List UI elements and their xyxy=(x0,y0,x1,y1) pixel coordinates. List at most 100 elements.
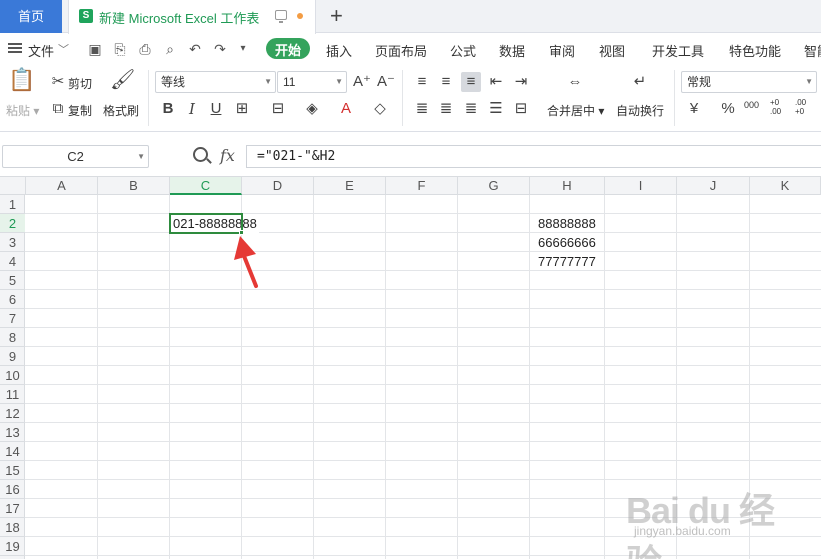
fill-style-icon[interactable]: ⊟ xyxy=(268,99,288,119)
column-header-bar: A B C D E F G H I J K xyxy=(0,176,821,195)
row-header[interactable]: 6 xyxy=(0,290,25,309)
merge-center-button[interactable]: 合并居中 ▾ xyxy=(547,102,604,119)
justify-icon[interactable]: ☰ xyxy=(486,99,506,119)
column-header-e[interactable]: E xyxy=(314,177,386,195)
align-top-icon[interactable]: ≡ xyxy=(412,72,432,92)
tab-formulas[interactable]: 公式 xyxy=(450,41,476,60)
align-center-icon[interactable]: ≣ xyxy=(436,99,456,119)
row-header[interactable]: 19 xyxy=(0,537,25,556)
row-header[interactable]: 17 xyxy=(0,499,25,518)
export-icon[interactable]: ⎘ xyxy=(113,42,127,56)
row-header[interactable]: 18 xyxy=(0,518,25,537)
name-box[interactable]: C2 ▼ xyxy=(2,145,149,168)
tab-insert[interactable]: 插入 xyxy=(326,41,352,60)
increase-font-icon[interactable]: A⁺ xyxy=(352,72,372,92)
thousands-button[interactable]: 000 xyxy=(744,100,759,110)
align-bottom-icon[interactable]: ≡ xyxy=(461,72,481,92)
tab-developer[interactable]: 开发工具 xyxy=(652,41,704,60)
row-header[interactable]: 4 xyxy=(0,252,25,271)
row-header[interactable]: 12 xyxy=(0,404,25,423)
column-header-j[interactable]: J xyxy=(677,177,750,195)
font-color-icon[interactable]: A xyxy=(336,99,356,119)
cut-button[interactable]: 剪切 xyxy=(68,75,92,92)
borders-icon[interactable]: ⊞ xyxy=(232,99,252,119)
row-header[interactable]: 14 xyxy=(0,442,25,461)
row-header[interactable]: 5 xyxy=(0,271,25,290)
cell-h3[interactable]: 66666666 xyxy=(538,233,596,252)
row-header[interactable]: 13 xyxy=(0,423,25,442)
tab-start[interactable]: 开始 xyxy=(266,38,311,59)
chevron-down-icon[interactable]: ▾ xyxy=(236,42,250,56)
decrease-indent-icon[interactable]: ⇤ xyxy=(486,72,506,92)
underline-icon[interactable]: U xyxy=(206,99,226,119)
home-tab[interactable]: 首页 xyxy=(0,0,62,33)
italic-icon[interactable]: I xyxy=(182,99,202,119)
currency-icon[interactable]: ¥ xyxy=(684,99,704,119)
bold-icon[interactable]: B xyxy=(158,99,178,119)
align-right-icon[interactable]: ≣ xyxy=(461,99,481,119)
hamburger-icon[interactable] xyxy=(8,43,22,53)
format-painter-button[interactable]: 格式刷 xyxy=(103,102,139,119)
fx-icon[interactable]: fx xyxy=(220,146,235,165)
align-left-icon[interactable]: ≣ xyxy=(412,99,432,119)
row-header[interactable]: 16 xyxy=(0,480,25,499)
print-preview-icon[interactable]: ⌕ xyxy=(163,42,177,56)
select-all-corner[interactable] xyxy=(0,177,26,195)
number-format-select[interactable]: 常规 ▼ xyxy=(681,71,817,93)
column-header-i[interactable]: I xyxy=(605,177,677,195)
row-header[interactable]: 15 xyxy=(0,461,25,480)
decrease-font-icon[interactable]: A⁻ xyxy=(376,72,396,92)
copy-button[interactable]: 复制 xyxy=(68,102,92,119)
increase-indent-icon[interactable]: ⇥ xyxy=(511,72,531,92)
row-header[interactable]: 10 xyxy=(0,366,25,385)
fill-color-icon[interactable]: ◈ xyxy=(302,99,322,119)
distributed-icon[interactable]: ⊟ xyxy=(511,99,531,119)
document-tab[interactable]: S 新建 Microsoft Excel 工作表 xyxy=(68,0,316,34)
column-header-h[interactable]: H xyxy=(530,177,605,195)
align-middle-icon[interactable]: ≡ xyxy=(436,72,456,92)
increase-decimal-button[interactable]: +0 .00 xyxy=(770,98,788,116)
divider xyxy=(674,70,675,126)
row-header[interactable]: 9 xyxy=(0,347,25,366)
screen-icon[interactable] xyxy=(275,10,287,23)
active-cell-border[interactable] xyxy=(169,213,243,234)
new-tab-button[interactable]: + xyxy=(330,3,343,29)
column-header-g[interactable]: G xyxy=(458,177,530,195)
tab-smart[interactable]: 智能 xyxy=(804,41,821,60)
wrap-text-button[interactable]: 自动换行 xyxy=(616,102,664,119)
print-icon[interactable]: ⎙ xyxy=(138,42,152,56)
column-header-k[interactable]: K xyxy=(750,177,821,195)
row-header[interactable]: 1 xyxy=(0,195,25,214)
file-menu[interactable]: 文件 xyxy=(28,41,54,60)
chevron-down-icon[interactable]: ﹀ xyxy=(58,41,69,57)
percent-button[interactable]: % xyxy=(718,99,738,119)
column-header-d[interactable]: D xyxy=(242,177,314,195)
tab-special-features[interactable]: 特色功能 xyxy=(729,41,781,60)
tab-review[interactable]: 审阅 xyxy=(549,41,575,60)
column-header-a[interactable]: A xyxy=(26,177,98,195)
row-header[interactable]: 2 xyxy=(0,214,25,233)
undo-icon[interactable]: ↶ xyxy=(188,42,202,56)
zoom-icon[interactable] xyxy=(193,147,208,162)
cell-h4[interactable]: 77777777 xyxy=(538,252,596,271)
paste-button[interactable]: 粘贴 ▾ xyxy=(6,102,39,119)
decrease-decimal-button[interactable]: .00 +0 xyxy=(795,98,813,116)
column-header-f[interactable]: F xyxy=(386,177,458,195)
font-name-select[interactable]: 等线 ▼ xyxy=(155,71,276,93)
tab-page-layout[interactable]: 页面布局 xyxy=(375,41,427,60)
row-header[interactable]: 3 xyxy=(0,233,25,252)
row-header[interactable]: 8 xyxy=(0,328,25,347)
font-size-select[interactable]: 11 ▼ xyxy=(277,71,347,93)
formula-input[interactable]: ="021-"&H2 xyxy=(246,145,821,168)
tab-view[interactable]: 视图 xyxy=(599,41,625,60)
row-header[interactable]: 7 xyxy=(0,309,25,328)
row-header[interactable]: 11 xyxy=(0,385,25,404)
eraser-icon[interactable]: ◇ xyxy=(370,99,390,119)
column-header-b[interactable]: B xyxy=(98,177,170,195)
save-icon[interactable]: ▣ xyxy=(88,42,102,56)
paste-icon[interactable]: 📋 xyxy=(8,69,35,96)
column-header-c[interactable]: C xyxy=(170,177,242,195)
tab-data[interactable]: 数据 xyxy=(499,41,525,60)
cell-h2[interactable]: 88888888 xyxy=(538,214,596,233)
redo-icon[interactable]: ↷ xyxy=(213,42,227,56)
